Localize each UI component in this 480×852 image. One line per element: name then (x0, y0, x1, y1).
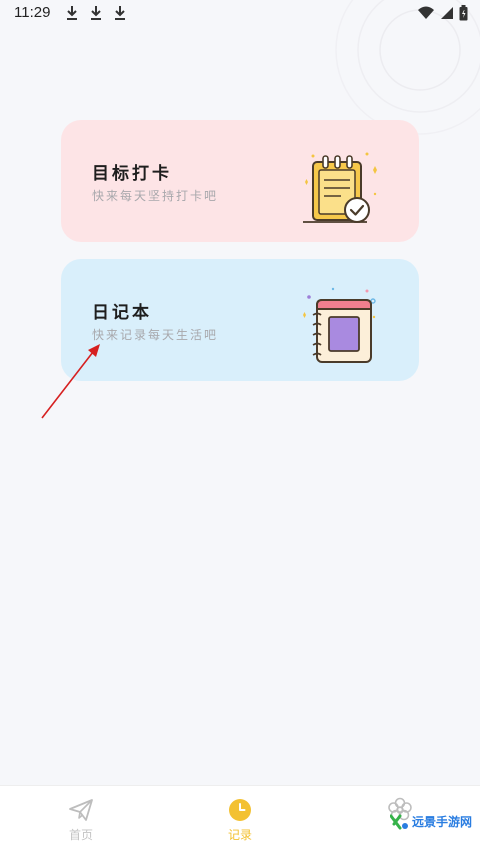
nav-label-home: 首页 (68, 828, 93, 842)
notebook-icon (303, 287, 376, 363)
nav-item-records[interactable]: 记录 (210, 796, 270, 843)
download-icon (91, 6, 101, 20)
battery-icon (459, 5, 468, 21)
status-indicators (417, 5, 468, 21)
watermark: 远景手游网 (389, 813, 472, 830)
card-subtitle: 快来每天坚持打卡吧 (92, 189, 219, 203)
status-bar: 11:29 (0, 0, 480, 28)
annotation-arrow-icon (41, 344, 100, 419)
app-screen: 11:29 目标打卡 快来每天坚持打卡吧 日记本 快来记录每天生活吧 首页 记录… (0, 0, 480, 852)
card-title: 日记本 (92, 303, 152, 323)
clipboard-check-icon (303, 152, 377, 223)
card-title: 目标打卡 (92, 164, 172, 184)
nav-item-home[interactable]: 首页 (51, 796, 111, 843)
download-icon (67, 6, 77, 20)
watermark-logo-icon (389, 814, 408, 829)
download-icon (115, 6, 125, 20)
watermark-text: 远景手游网 (411, 815, 472, 829)
status-time: 11:29 (14, 4, 51, 21)
goal-checkin-card[interactable]: 目标打卡 快来每天坚持打卡吧 (61, 120, 419, 242)
nav-label-records: 记录 (227, 828, 252, 842)
bottom-nav: 首页 记录 远景手游网 (0, 785, 480, 852)
diary-card[interactable]: 日记本 快来记录每天生活吧 (61, 259, 419, 381)
clock-icon (229, 799, 251, 821)
signal-icon (441, 7, 453, 19)
card-subtitle: 快来记录每天生活吧 (92, 328, 219, 342)
wifi-icon (418, 6, 434, 19)
paper-plane-icon (69, 799, 93, 821)
